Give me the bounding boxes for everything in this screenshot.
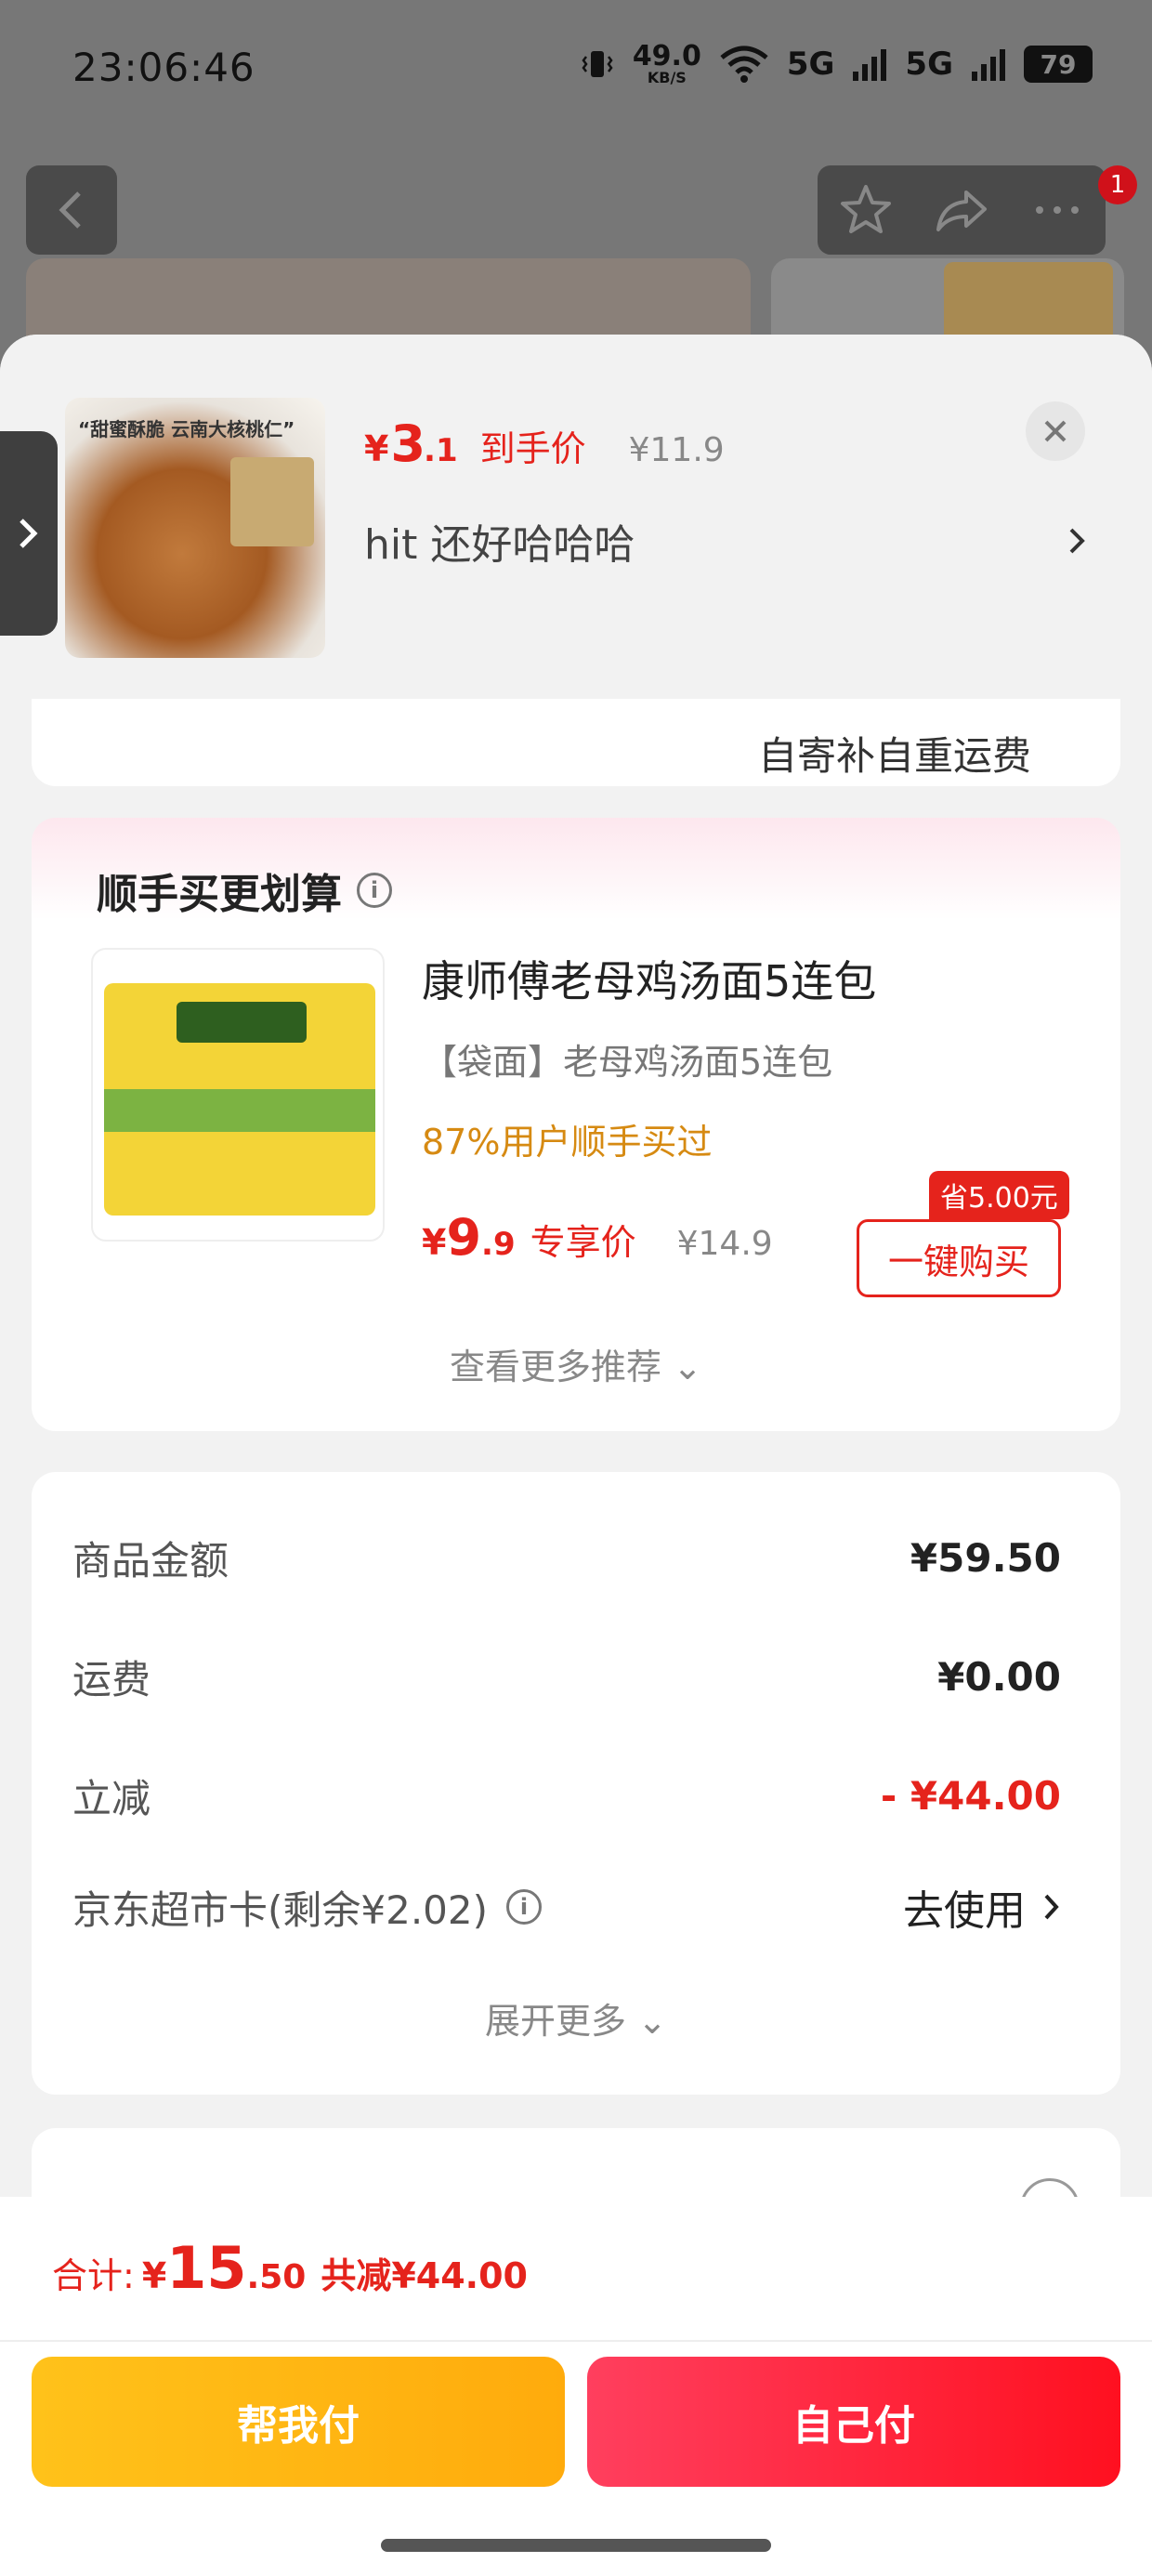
more-icon[interactable]: [1028, 181, 1086, 239]
side-expand-tab[interactable]: [0, 431, 58, 636]
signal-bars-icon: [853, 49, 887, 81]
recommend-product-sub: 【袋面】老母鸡汤面5连包: [422, 1042, 833, 1083]
status-bar: 23:06:46 49.0 KB/S 5G 5G 79: [0, 0, 1152, 139]
product-bag-image: [230, 457, 314, 546]
cost-row: 立减 - ¥44.00: [72, 1773, 1061, 1821]
recommend-product-name[interactable]: 康师傅老母鸡汤面5连包: [422, 948, 876, 1009]
close-button[interactable]: [1026, 401, 1085, 461]
share-icon[interactable]: [933, 181, 990, 239]
cost-row: 商品金额 ¥59.50: [72, 1535, 1061, 1584]
one-key-buy-button[interactable]: 一键购买: [857, 1219, 1061, 1297]
noodle-pack-band: [104, 1089, 375, 1132]
total-discount: 共减¥44.00: [321, 2255, 528, 2296]
noodle-pack-logo: [177, 1002, 307, 1043]
status-time: 23:06:46: [72, 45, 255, 90]
help-pay-button[interactable]: 帮我付: [32, 2357, 565, 2487]
cart-badge: 1: [1098, 165, 1137, 204]
more-recommend-link[interactable]: 查看更多推荐 ⌄: [32, 1338, 1120, 1389]
price-tag: 专享价: [530, 1222, 636, 1263]
supermarket-card-row[interactable]: 京东超市卡(剩余¥2.02) i 去使用: [72, 1877, 1061, 1937]
divider: [0, 2340, 1152, 2342]
chevron-left-icon: [59, 191, 81, 229]
total-summary: 合计: ¥ 15 .50 共减¥44.00: [52, 2234, 528, 2302]
home-indicator[interactable]: [381, 2539, 771, 2552]
recommend-price: ¥ 9 .9 专享价 ¥14.9: [422, 1208, 773, 1267]
signal-5g-1: 5G: [786, 46, 835, 83]
signal-5g-2: 5G: [905, 46, 953, 83]
recommend-card: 顺手买更划算 i 康师傅老母鸡汤面5连包 【袋面】老母鸡汤面5连包 87%用户顺…: [32, 818, 1120, 1431]
info-icon[interactable]: i: [506, 1889, 543, 1925]
star-icon[interactable]: [837, 181, 895, 239]
recommend-title: 顺手买更划算 i: [97, 861, 392, 920]
recommend-product-image[interactable]: [91, 948, 385, 1242]
spec-selector[interactable]: hit 还好哈哈哈: [364, 511, 1089, 571]
back-button[interactable]: [26, 165, 117, 255]
signal-bars-icon: [972, 49, 1005, 81]
top-toolbar: [818, 165, 1106, 255]
battery-indicator: 79: [1024, 46, 1093, 83]
use-card-link[interactable]: 去使用: [903, 1877, 1061, 1937]
cost-row: 运费 ¥0.00: [72, 1654, 1061, 1702]
chevron-right-icon: [20, 519, 38, 548]
bottom-action-bar: 合计: ¥ 15 .50 共减¥44.00 帮我付 自己付: [0, 2197, 1152, 2576]
sheet-header: “甜蜜酥脆 云南大核桃仁” ¥ 3 .1 到手价 ¥11.9 hit 还好哈哈哈: [0, 335, 1152, 699]
chevron-right-icon: [1069, 528, 1085, 554]
product-price: ¥ 3 .1 到手价 ¥11.9: [364, 414, 725, 473]
price-tag: 到手价: [479, 428, 586, 469]
save-badge: 省5.00元: [929, 1171, 1069, 1219]
close-icon: [1044, 420, 1067, 442]
expand-more-link[interactable]: 展开更多 ⌄: [32, 1992, 1120, 2044]
shipping-text: 自寄补自重运费: [757, 733, 1031, 779]
net-speed: 49.0 KB/S: [632, 40, 701, 86]
chevron-right-icon: [1044, 1894, 1059, 1920]
wifi-icon: [720, 46, 768, 83]
original-price: ¥14.9: [676, 1225, 773, 1263]
self-pay-button[interactable]: 自己付: [587, 2357, 1120, 2487]
cost-summary-card: 商品金额 ¥59.50 运费 ¥0.00 立减 - ¥44.00 京东超市卡(剩…: [32, 1472, 1120, 2095]
info-icon[interactable]: i: [357, 873, 392, 908]
vibrate-icon: [582, 51, 613, 77]
product-thumbnail[interactable]: “甜蜜酥脆 云南大核桃仁”: [65, 398, 325, 658]
status-icons: 49.0 KB/S 5G 5G 79: [579, 43, 1093, 85]
thumbnail-caption: “甜蜜酥脆 云南大核桃仁”: [78, 418, 295, 440]
recommend-hint: 87%用户顺手买过: [422, 1122, 713, 1163]
spec-label: hit 还好哈哈哈: [364, 521, 635, 569]
original-price: ¥11.9: [628, 431, 725, 469]
